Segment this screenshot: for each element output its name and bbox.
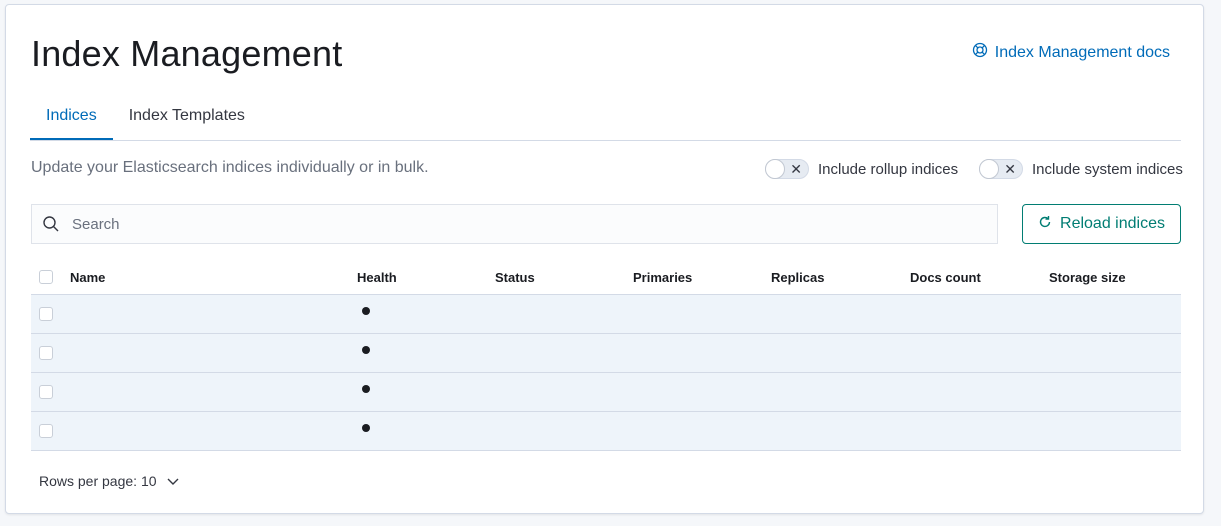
column-header-primaries[interactable]: Primaries <box>633 270 692 285</box>
reload-indices-button[interactable]: Reload indices <box>1022 204 1181 244</box>
system-switch[interactable]: ✕ <box>979 159 1023 179</box>
rollup-toggle[interactable]: ✕ Include rollup indices <box>765 159 958 179</box>
switch-knob <box>765 159 785 179</box>
rows-per-page-selector[interactable]: Rows per page: 10 <box>39 473 179 489</box>
switch-knob <box>979 159 999 179</box>
search-input[interactable] <box>70 214 954 234</box>
tab-bar: Indices Index Templates <box>30 96 1181 141</box>
column-header-health[interactable]: Health <box>357 270 397 285</box>
table-row[interactable] <box>31 373 1181 412</box>
tab-indices[interactable]: Indices <box>30 96 113 140</box>
row-checkbox[interactable] <box>39 385 53 399</box>
table-header: Name Health Status Primaries Replicas Do… <box>31 260 1181 295</box>
column-header-status[interactable]: Status <box>495 270 535 285</box>
refresh-icon <box>1038 215 1052 234</box>
cross-icon: ✕ <box>1004 161 1016 177</box>
column-header-storage-size[interactable]: Storage size <box>1049 270 1126 285</box>
system-toggle-label[interactable]: Include system indices <box>1032 161 1183 178</box>
table-row[interactable] <box>31 295 1181 334</box>
indices-table: Name Health Status Primaries Replicas Do… <box>31 260 1181 451</box>
chevron-down-icon <box>167 473 179 489</box>
health-status-dot <box>362 346 370 354</box>
docs-link-label[interactable]: Index Management docs <box>995 44 1170 62</box>
rollup-toggle-label[interactable]: Include rollup indices <box>818 161 958 178</box>
search-icon <box>42 215 60 233</box>
index-management-panel: Index Management Index Management docs I… <box>5 4 1204 514</box>
system-toggle[interactable]: ✕ Include system indices <box>979 159 1183 179</box>
table-row[interactable] <box>31 334 1181 373</box>
row-checkbox[interactable] <box>39 424 53 438</box>
health-status-dot <box>362 307 370 315</box>
health-status-dot <box>362 424 370 432</box>
row-checkbox[interactable] <box>39 307 53 321</box>
reload-button-label[interactable]: Reload indices <box>1060 215 1165 233</box>
column-header-replicas[interactable]: Replicas <box>771 270 824 285</box>
row-checkbox[interactable] <box>39 346 53 360</box>
column-header-name[interactable]: Name <box>70 270 105 285</box>
column-header-docs-count[interactable]: Docs count <box>910 270 981 285</box>
help-lifebuoy-icon <box>972 42 988 63</box>
search-bar[interactable] <box>31 204 998 244</box>
rows-per-page-label[interactable]: Rows per page: 10 <box>39 473 157 489</box>
health-status-dot <box>362 385 370 393</box>
tab-index-templates[interactable]: Index Templates <box>113 96 261 140</box>
select-all-checkbox[interactable] <box>39 270 53 284</box>
rollup-switch[interactable]: ✕ <box>765 159 809 179</box>
table-row[interactable] <box>31 412 1181 451</box>
page-title: Index Management <box>31 33 343 74</box>
docs-link[interactable]: Index Management docs <box>972 42 1170 63</box>
cross-icon: ✕ <box>790 161 802 177</box>
page-description: Update your Elasticsearch indices indivi… <box>31 159 429 176</box>
